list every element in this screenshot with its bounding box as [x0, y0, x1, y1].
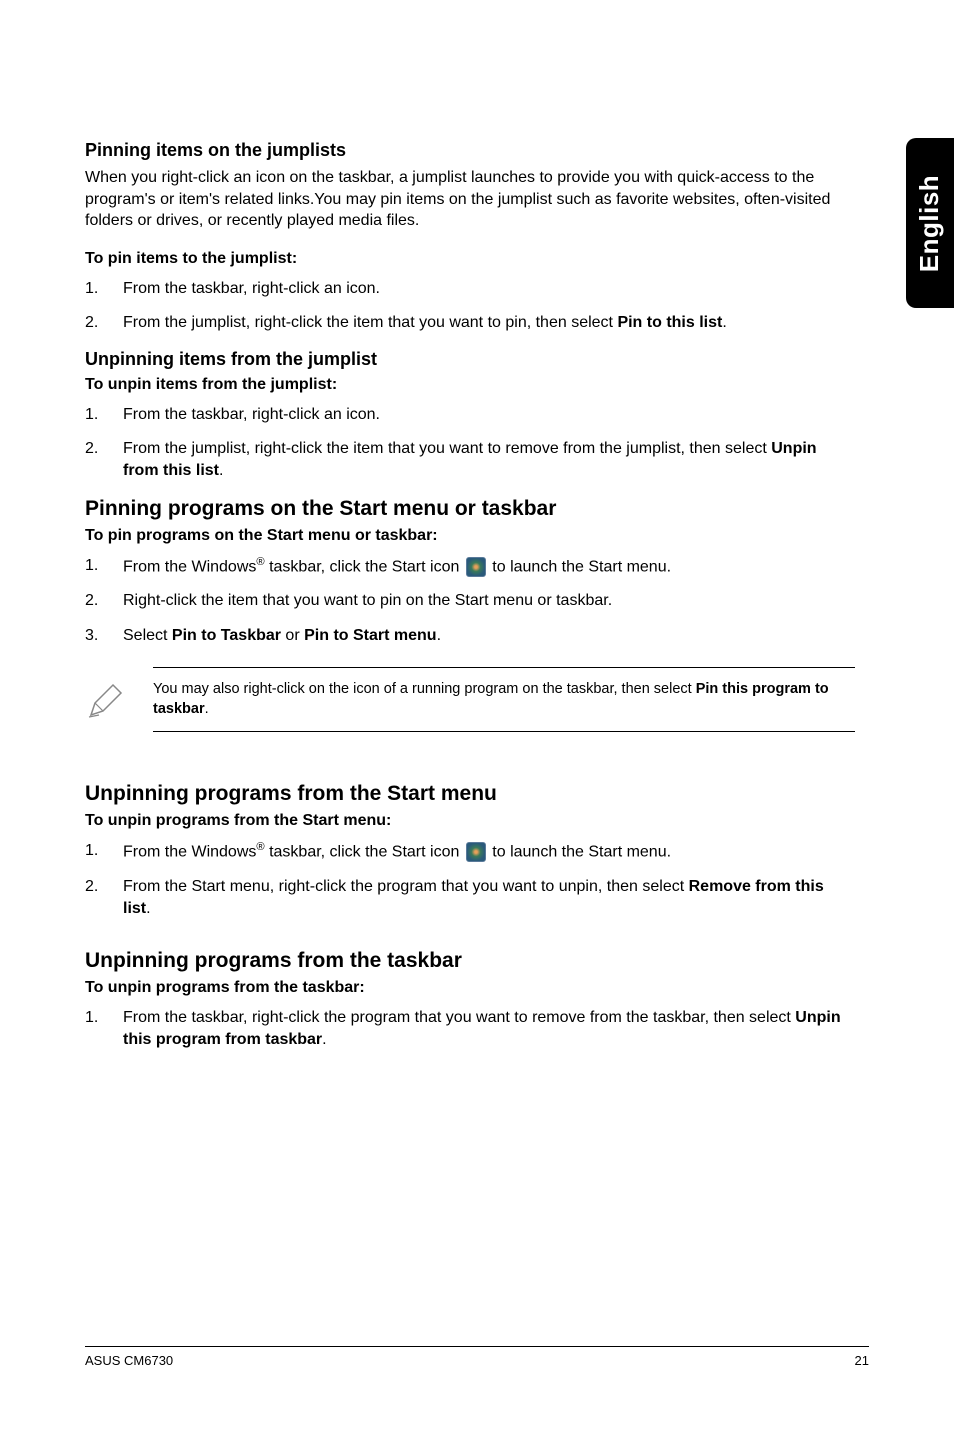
heading-pinning-programs: Pinning programs on the Start menu or ta… — [85, 497, 855, 521]
step-number: 1. — [85, 840, 123, 864]
page-content: Pinning items on the jumplists When you … — [85, 140, 855, 1052]
steps-unpin-start: 1. From the Windows® taskbar, click the … — [85, 840, 855, 921]
step-number: 1. — [85, 1007, 123, 1052]
start-icon — [466, 557, 486, 577]
language-tab-label: English — [915, 174, 946, 271]
howto-unpin-start: To unpin programs from the Start menu: — [85, 812, 855, 830]
note-text: You may also right-click on the icon of … — [153, 667, 855, 732]
list-item: 2. From the jumplist, right-click the it… — [85, 312, 855, 334]
list-item: 1. From the Windows® taskbar, click the … — [85, 840, 855, 864]
note-box: You may also right-click on the icon of … — [85, 667, 855, 732]
heading-unpinning-taskbar: Unpinning programs from the taskbar — [85, 949, 855, 973]
footer-page-number: 21 — [855, 1353, 869, 1368]
list-item: 1. From the Windows® taskbar, click the … — [85, 555, 855, 579]
step-text: From the taskbar, right-click the progra… — [123, 1007, 855, 1052]
howto-unpin-taskbar: To unpin programs from the taskbar: — [85, 979, 855, 997]
step-text: From the taskbar, right-click an icon. — [123, 404, 855, 426]
step-text: Right-click the item that you want to pi… — [123, 590, 855, 612]
step-text: From the Windows® taskbar, click the Sta… — [123, 555, 855, 579]
steps-pin-jumplist: 1. From the taskbar, right-click an icon… — [85, 278, 855, 335]
list-item: 1. From the taskbar, right-click an icon… — [85, 404, 855, 426]
steps-unpin-jumplist: 1. From the taskbar, right-click an icon… — [85, 404, 855, 483]
steps-pin-programs: 1. From the Windows® taskbar, click the … — [85, 555, 855, 648]
list-item: 3. Select Pin to Taskbar or Pin to Start… — [85, 625, 855, 647]
list-item: 1. From the taskbar, right-click an icon… — [85, 278, 855, 300]
step-text: From the Windows® taskbar, click the Sta… — [123, 840, 855, 864]
start-icon — [466, 842, 486, 862]
heading-unpinning-start: Unpinning programs from the Start menu — [85, 782, 855, 806]
pencil-icon — [85, 667, 125, 726]
howto-unpin-jumplist: To unpin items from the jumplist: — [85, 376, 855, 394]
step-text: From the jumplist, right-click the item … — [123, 438, 855, 483]
step-number: 2. — [85, 312, 123, 334]
intro-pinning-jumplists: When you right-click an icon on the task… — [85, 167, 855, 232]
step-text: From the Start menu, right-click the pro… — [123, 876, 855, 921]
step-number: 2. — [85, 438, 123, 483]
step-number: 2. — [85, 876, 123, 921]
step-number: 3. — [85, 625, 123, 647]
list-item: 1. From the taskbar, right-click the pro… — [85, 1007, 855, 1052]
step-text: Select Pin to Taskbar or Pin to Start me… — [123, 625, 855, 647]
steps-unpin-taskbar: 1. From the taskbar, right-click the pro… — [85, 1007, 855, 1052]
step-number: 1. — [85, 404, 123, 426]
heading-unpinning-jumplist: Unpinning items from the jumplist — [85, 349, 855, 370]
step-text: From the jumplist, right-click the item … — [123, 312, 855, 334]
step-text: From the taskbar, right-click an icon. — [123, 278, 855, 300]
step-number: 2. — [85, 590, 123, 612]
step-number: 1. — [85, 278, 123, 300]
language-tab: English — [906, 138, 954, 308]
heading-pinning-jumplists: Pinning items on the jumplists — [85, 140, 855, 161]
list-item: 2. From the jumplist, right-click the it… — [85, 438, 855, 483]
howto-pin-programs: To pin programs on the Start menu or tas… — [85, 527, 855, 545]
step-number: 1. — [85, 555, 123, 579]
page-footer: ASUS CM6730 21 — [85, 1346, 869, 1368]
howto-pin-jumplist: To pin items to the jumplist: — [85, 250, 855, 268]
footer-product: ASUS CM6730 — [85, 1353, 173, 1368]
list-item: 2. Right-click the item that you want to… — [85, 590, 855, 612]
list-item: 2. From the Start menu, right-click the … — [85, 876, 855, 921]
